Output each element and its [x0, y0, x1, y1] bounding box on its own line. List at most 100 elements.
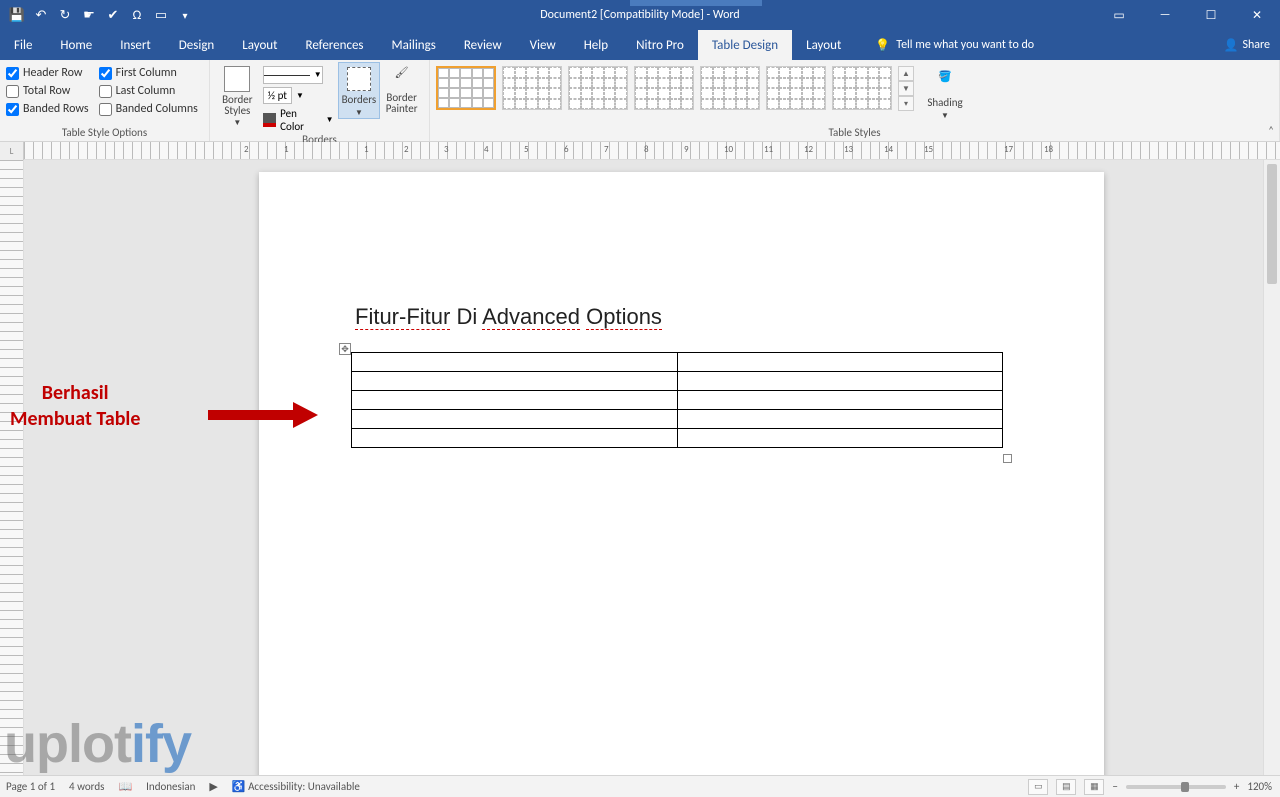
- title-bar: 💾 ↶ ↻ ☛ ✔ Ω ▭ ▾ Document2 [Compatibility…: [0, 0, 1280, 30]
- chk-first-column[interactable]: First Column: [99, 66, 198, 80]
- vertical-ruler[interactable]: [0, 160, 24, 775]
- tell-me-placeholder: Tell me what you want to do: [896, 38, 1034, 52]
- document-table[interactable]: [351, 352, 1003, 448]
- status-macro-icon[interactable]: ▶: [209, 780, 217, 793]
- tab-mailings[interactable]: Mailings: [378, 30, 450, 60]
- zoom-out-icon[interactable]: −: [1112, 780, 1117, 793]
- table-style-thumb[interactable]: [700, 66, 760, 110]
- save-icon[interactable]: 💾: [8, 6, 26, 24]
- undo-icon[interactable]: ↶: [32, 6, 50, 24]
- view-printlayout-icon[interactable]: ▤: [1056, 779, 1076, 795]
- table-row: [352, 353, 1003, 372]
- chk-banded-rows[interactable]: Banded Rows: [6, 102, 89, 116]
- tab-design[interactable]: Design: [165, 30, 228, 60]
- tell-me-search[interactable]: 💡 Tell me what you want to do: [855, 30, 1034, 60]
- chevron-down-icon: ▼: [355, 108, 363, 118]
- zoom-slider[interactable]: [1126, 785, 1226, 789]
- tab-layout[interactable]: Layout: [228, 30, 291, 60]
- share-icon: 👤: [1223, 38, 1238, 53]
- table-style-thumb[interactable]: [502, 66, 562, 110]
- collapse-ribbon-icon[interactable]: ˄: [1268, 124, 1274, 137]
- table-style-thumb[interactable]: [568, 66, 628, 110]
- tab-table-layout[interactable]: Layout: [792, 30, 855, 60]
- table-style-thumb[interactable]: [634, 66, 694, 110]
- border-styles-button[interactable]: Border Styles ▼: [216, 62, 259, 128]
- line-style-dropdown[interactable]: ▼: [263, 66, 323, 84]
- chk-last-column[interactable]: Last Column: [99, 84, 198, 98]
- quick-access-toolbar: 💾 ↶ ↻ ☛ ✔ Ω ▭ ▾: [0, 6, 194, 24]
- group-label-style-options: Table Style Options: [6, 126, 203, 141]
- pen-color-dropdown[interactable]: Pen Color▼: [263, 107, 334, 133]
- contextual-tab-indicator: [630, 0, 762, 6]
- table-style-thumb[interactable]: [766, 66, 826, 110]
- zoom-in-icon[interactable]: +: [1234, 780, 1239, 793]
- customize-qat-icon[interactable]: ▾: [176, 6, 194, 24]
- tab-references[interactable]: References: [292, 30, 378, 60]
- styles-gallery-scroll[interactable]: ▲▼▾: [898, 66, 914, 111]
- watermark: uplotify: [0, 713, 191, 775]
- tab-home[interactable]: Home: [46, 30, 106, 60]
- touchmode-icon[interactable]: ☛: [80, 6, 98, 24]
- shading-label: Shading: [927, 96, 962, 109]
- tab-view[interactable]: View: [516, 30, 570, 60]
- redo-icon[interactable]: ↻: [56, 6, 74, 24]
- table-row: [352, 391, 1003, 410]
- tab-insert[interactable]: Insert: [106, 30, 165, 60]
- status-proofing-icon[interactable]: 📖: [118, 780, 132, 793]
- table-style-thumb[interactable]: [832, 66, 892, 110]
- horizontal-ruler[interactable]: L 2 1 1 2 3 4 5 6 7 8 9 10 11 12 13 14 1…: [0, 142, 1280, 160]
- share-label: Share: [1242, 38, 1270, 52]
- status-accessibility[interactable]: ♿ Accessibility: Unavailable: [232, 780, 360, 793]
- annotation-arrow-icon: [208, 400, 318, 430]
- line-weight-dropdown[interactable]: ½ pt▼: [263, 87, 334, 104]
- border-styles-label: Border Styles: [216, 94, 259, 116]
- view-weblayout-icon[interactable]: ▦: [1084, 779, 1104, 795]
- chevron-down-icon: ▼: [941, 111, 949, 121]
- status-bar: Page 1 of 1 4 words 📖 Indonesian ▶ ♿ Acc…: [0, 775, 1280, 797]
- group-label-table-styles: Table Styles: [436, 126, 1273, 141]
- table-row: [352, 429, 1003, 448]
- zoom-level[interactable]: 120%: [1247, 780, 1272, 793]
- status-page[interactable]: Page 1 of 1: [6, 780, 55, 793]
- vertical-scrollbar[interactable]: [1263, 160, 1280, 775]
- annotation-label: Berhasil Membuat Table: [10, 380, 140, 432]
- newdoc-icon[interactable]: ▭: [152, 6, 170, 24]
- table-row: [352, 410, 1003, 429]
- chk-header-row[interactable]: Header Row: [6, 66, 89, 80]
- table-resize-handle-icon[interactable]: [1003, 454, 1012, 463]
- share-button[interactable]: 👤 Share: [1223, 30, 1270, 60]
- status-language[interactable]: Indonesian: [146, 780, 195, 793]
- border-painter-button[interactable]: 🖌 Border Painter: [380, 62, 423, 114]
- chk-banded-columns[interactable]: Banded Columns: [99, 102, 198, 116]
- tab-nitropro[interactable]: Nitro Pro: [622, 30, 698, 60]
- close-icon[interactable]: ✕: [1234, 0, 1280, 30]
- borders-button[interactable]: Borders ▼: [338, 62, 381, 119]
- tab-file[interactable]: File: [0, 30, 46, 60]
- view-readmode-icon[interactable]: ▭: [1028, 779, 1048, 795]
- status-wordcount[interactable]: 4 words: [69, 780, 104, 793]
- table-row: [352, 372, 1003, 391]
- ruler-corner[interactable]: L: [0, 142, 24, 160]
- borders-label: Borders: [342, 93, 377, 106]
- page: Fitur-Fitur Di Advanced Options ✥: [259, 172, 1104, 775]
- table-style-thumb[interactable]: [436, 66, 496, 110]
- spellcheck-icon[interactable]: ✔: [104, 6, 122, 24]
- shading-button[interactable]: 🪣 Shading ▼: [920, 66, 970, 121]
- border-painter-label: Border Painter: [380, 92, 423, 114]
- tab-table-design[interactable]: Table Design: [698, 30, 792, 60]
- document-canvas[interactable]: Fitur-Fitur Di Advanced Options ✥: [24, 160, 1280, 775]
- chk-total-row[interactable]: Total Row: [6, 84, 89, 98]
- document-heading[interactable]: Fitur-Fitur Di Advanced Options: [355, 304, 662, 330]
- tab-help[interactable]: Help: [570, 30, 622, 60]
- tab-review[interactable]: Review: [450, 30, 516, 60]
- window-controls: ▭ — ☐ ✕: [1096, 0, 1280, 30]
- lightbulb-icon: 💡: [875, 38, 890, 53]
- group-table-styles: ▲▼▾ 🪣 Shading ▼ Table Styles: [430, 60, 1280, 141]
- pen-icon: [263, 113, 276, 127]
- maximize-icon[interactable]: ☐: [1188, 0, 1234, 30]
- omega-icon[interactable]: Ω: [128, 6, 146, 24]
- minimize-icon[interactable]: —: [1142, 0, 1188, 30]
- ribbon-display-icon[interactable]: ▭: [1096, 0, 1142, 30]
- table-move-handle-icon[interactable]: ✥: [339, 343, 351, 355]
- chevron-down-icon: ▼: [233, 118, 241, 128]
